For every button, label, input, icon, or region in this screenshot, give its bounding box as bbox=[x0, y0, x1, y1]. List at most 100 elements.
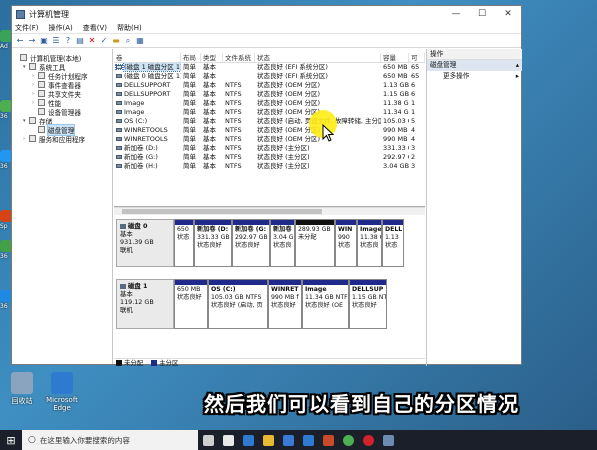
pinwheel-icon[interactable] bbox=[218, 430, 238, 450]
partition-block[interactable]: DELL 1.13 状态 bbox=[382, 219, 404, 267]
tree-node-icon bbox=[38, 99, 45, 106]
table-row[interactable]: 新加卷 (D:) 简单基本 NTFS 状态良好 (主分区) 331.33 GB3 bbox=[114, 144, 425, 153]
partition-block[interactable]: 650 MB 状态良好 bbox=[174, 279, 208, 329]
partition-block[interactable]: 650 状态 bbox=[174, 219, 194, 267]
menu-action[interactable]: 操作(A) bbox=[49, 23, 73, 33]
partition-size: 990 bbox=[338, 234, 350, 241]
table-row[interactable]: 新加卷 (G:) 简单基本 NTFS 状态良好 (主分区) 292.97 GB2 bbox=[114, 153, 425, 162]
table-row[interactable]: WINRETOOLS 简单 基本 NTFS 状态良好 (OEM 分区) 990 MB 4 bbox=[114, 126, 425, 135]
table-row[interactable]: (磁盘 0 磁盘分区 1) 简单 基本 状态良好 (EFI 系统分区) 650 MB 65 bbox=[114, 72, 425, 81]
forward-arrow-icon[interactable]: → bbox=[27, 36, 37, 46]
partition-status: 状态良 bbox=[360, 242, 379, 249]
column-header[interactable]: 文件系统 bbox=[223, 53, 255, 62]
table-cell: NTFS bbox=[225, 135, 242, 143]
recycle-bin-shortcut[interactable]: 回收站 bbox=[0, 372, 44, 406]
table-cell: 简单 bbox=[183, 153, 196, 161]
media-app-icon[interactable] bbox=[318, 430, 338, 450]
taskbar-glyph bbox=[362, 434, 374, 446]
column-header[interactable]: 卷 bbox=[114, 53, 181, 62]
partition-block[interactable]: DELLSUP 1.15 GB NT 状态良好 bbox=[349, 279, 387, 329]
table-row[interactable]: DELLSUPPORT 简单 基本 NTFS 状态良好 (OEM 分区) 1.15 GB 6 bbox=[114, 90, 425, 99]
horizontal-scrollbar[interactable] bbox=[114, 207, 425, 215]
edge-icon-2[interactable] bbox=[298, 430, 318, 450]
column-header[interactable]: 容量 bbox=[381, 53, 409, 62]
legend-item: 主分区 bbox=[151, 358, 178, 367]
checkmark-icon[interactable]: ✓ bbox=[99, 36, 109, 46]
desktop-icon-label: Sp bbox=[0, 223, 8, 230]
tree-node[interactable]: › 共享文件夹 bbox=[12, 89, 112, 99]
taskbar-glyph bbox=[322, 434, 334, 446]
record-icon[interactable] bbox=[358, 430, 378, 450]
help-icon[interactable]: ? bbox=[63, 36, 73, 46]
taskbar-search[interactable]: ○ 在这里输入你要搜索的内容 bbox=[22, 430, 198, 450]
table-cell: 状态良好 (EFI 系统分区) bbox=[257, 63, 328, 71]
table-cell: 基本 bbox=[203, 144, 216, 152]
table-row[interactable]: WINRETOOLS 简单 基本 NTFS 状态良好 (OEM 分区) 990 MB 4 bbox=[114, 135, 425, 144]
open-folder-icon[interactable]: ▬ bbox=[111, 36, 121, 46]
table-cell: 状态良好 (OEM 分区) bbox=[257, 90, 321, 98]
partition-block[interactable]: WIN 990 状态 bbox=[335, 219, 357, 267]
edge-icon[interactable] bbox=[238, 430, 258, 450]
folder-icon[interactable]: ▣ bbox=[39, 36, 49, 46]
windows-start-button[interactable]: ⊞ bbox=[0, 430, 22, 450]
disk-icon bbox=[120, 283, 126, 289]
window-title: 计算机管理 bbox=[29, 9, 69, 19]
more-actions-item[interactable]: 更多操作 ▸ bbox=[427, 71, 522, 82]
list-icon[interactable]: ☰ bbox=[51, 36, 61, 46]
partition-block[interactable]: Image 11.34 GB NTF 状态良好 (OE bbox=[302, 279, 349, 329]
disk-label[interactable]: 磁盘 1 基本 119.12 GB 联机 bbox=[116, 279, 174, 329]
partition-block[interactable]: WINRET 990 MB f 状态良好 bbox=[268, 279, 302, 329]
partition-strip: 650 状态 新加卷 (D: 331.33 GB 状态良好 新加卷 (G: 292.97 G… bbox=[174, 219, 425, 267]
table-cell: 4 bbox=[411, 126, 416, 134]
file-explorer-icon[interactable] bbox=[258, 430, 278, 450]
edge-icon bbox=[51, 372, 73, 394]
partition-status: 状态良好 (OE bbox=[305, 302, 343, 309]
column-header[interactable]: 类型 bbox=[201, 53, 223, 62]
menu-help[interactable]: 帮助(H) bbox=[117, 23, 142, 33]
store-icon[interactable] bbox=[278, 430, 298, 450]
volume-icon bbox=[116, 146, 122, 150]
maximize-button[interactable]: ☐ bbox=[469, 6, 495, 22]
volume-name-cell: DELLSUPPORT bbox=[114, 90, 181, 99]
task-view-icon[interactable] bbox=[198, 430, 218, 450]
partition-block[interactable]: 新加卷 (G: 292.97 GB 状态良好 bbox=[232, 219, 270, 267]
actions-section-disk-management[interactable]: 磁盘管理 ▴ bbox=[427, 60, 522, 71]
360-icon[interactable] bbox=[338, 430, 358, 450]
column-header[interactable]: 布局 bbox=[181, 53, 201, 62]
table-cell: 1 bbox=[411, 108, 416, 116]
menu-view[interactable]: 查看(V) bbox=[83, 23, 107, 33]
view-icon[interactable]: ▦ bbox=[135, 36, 145, 46]
volume-name-cell: (磁盘 0 磁盘分区 1) bbox=[114, 72, 181, 81]
menu-file[interactable]: 文件(F) bbox=[15, 23, 39, 33]
partition-block[interactable]: Image11.38 G状态良 bbox=[357, 219, 382, 267]
legend: 未分配 主分区 bbox=[114, 358, 425, 367]
computer-management-icon[interactable] bbox=[378, 430, 398, 450]
table-row[interactable]: OS (C:)简单基本NTFS状态良好 (启动, 页面文件, 故障转储, 主分区… bbox=[114, 117, 425, 126]
table-row[interactable]: (磁盘 1 磁盘分区 1) 简单 基本 状态良好 (EFI 系统分区) 650 MB 65 bbox=[114, 63, 425, 72]
column-header[interactable]: 状态 bbox=[255, 53, 381, 62]
title-bar[interactable]: 计算机管理 — ☐ ✕ bbox=[12, 6, 521, 22]
table-row[interactable]: 新加卷 (H:) 简单 基本 NTFS 状态良好 (主分区) 3.04 GB 3 bbox=[114, 162, 425, 171]
partition-size: 292.97 GB bbox=[235, 234, 268, 241]
unallocated-space[interactable]: 289.93 GB 未分配 bbox=[295, 219, 335, 267]
back-arrow-icon[interactable]: ← bbox=[15, 36, 25, 46]
column-header[interactable]: 可 bbox=[409, 53, 425, 62]
edge-shortcut[interactable]: Microsoft Edge bbox=[40, 372, 84, 412]
disk-label[interactable]: 磁盘 0 基本 931.39 GB 联机 bbox=[116, 219, 174, 267]
disk-type: 基本 bbox=[120, 290, 133, 298]
delete-icon[interactable]: ✕ bbox=[87, 36, 97, 46]
minimize-button[interactable]: — bbox=[443, 6, 469, 22]
close-button[interactable]: ✕ bbox=[495, 6, 521, 22]
taskbar-glyph bbox=[342, 434, 354, 446]
table-row[interactable]: Image简单基本NTFS状态良好 (OEM 分区)11.34 GB1 bbox=[114, 108, 425, 117]
tree-node[interactable]: 设备管理器 bbox=[12, 107, 112, 117]
volume-name-cell: Image bbox=[114, 108, 181, 117]
search-icon[interactable]: ⌕ bbox=[123, 36, 133, 46]
table-row[interactable]: Image 简单基本 NTFS 状态良好 (OEM 分区) 11.38 GB1 bbox=[114, 99, 425, 108]
tree-node[interactable]: › 服务和应用程序 bbox=[12, 134, 112, 144]
table-row[interactable]: DELLSUPPORT 简单 基本 NTFS 状态良好 (OEM 分区) 1.13 GB 6 bbox=[114, 81, 425, 90]
partition-block[interactable]: OS (C:) 105.03 GB NTFS 状态良好 (启动, 页 bbox=[208, 279, 268, 329]
partition-block[interactable]: 新加卷 3.04 G 状态良 bbox=[270, 219, 295, 267]
properties-icon[interactable]: ▤ bbox=[75, 36, 85, 46]
partition-block[interactable]: 新加卷 (D: 331.33 GB 状态良好 bbox=[194, 219, 232, 267]
